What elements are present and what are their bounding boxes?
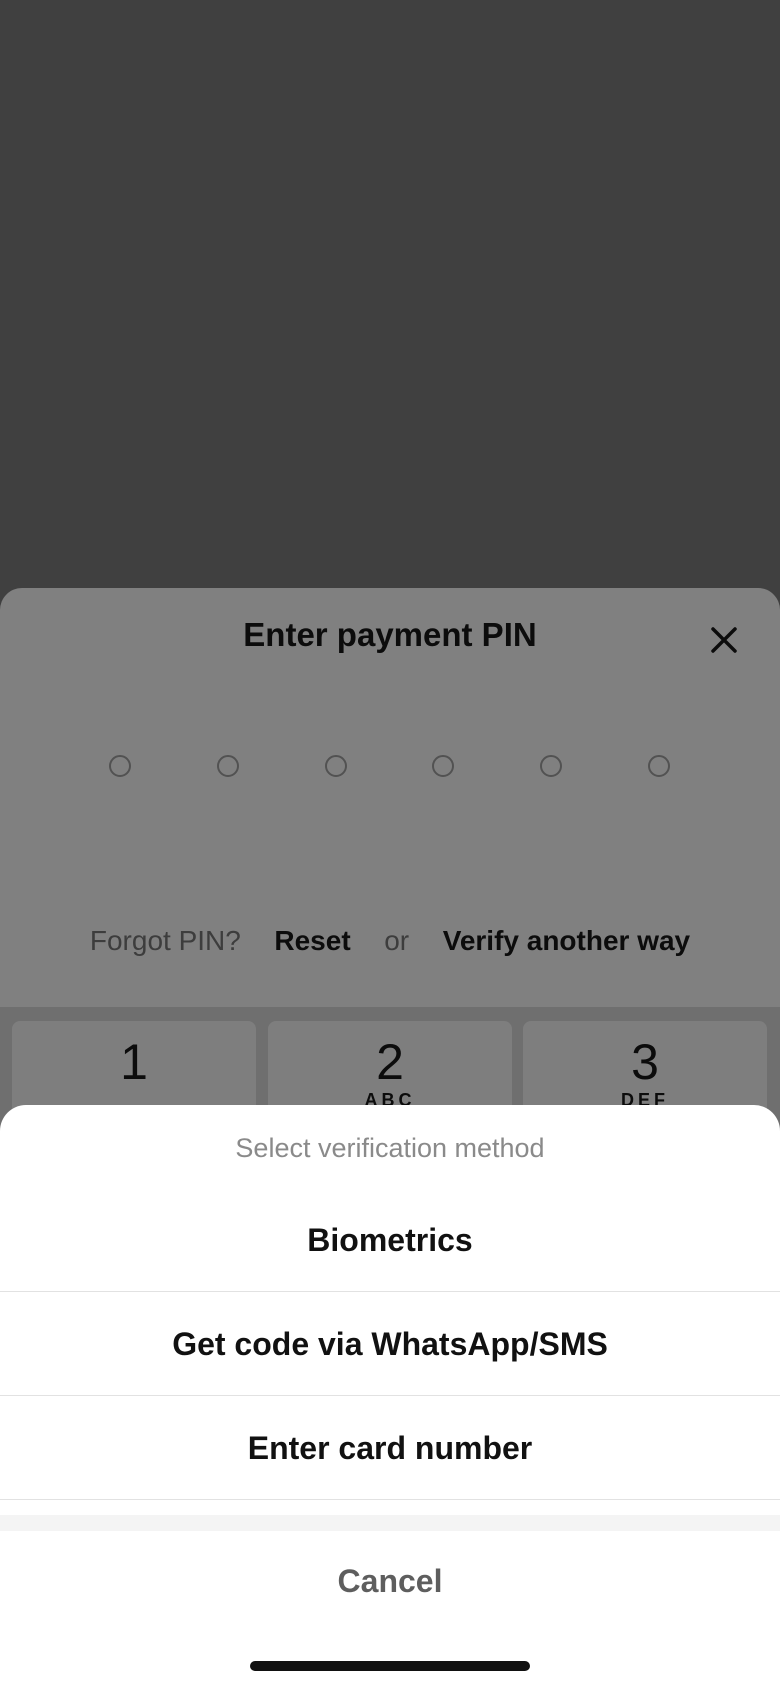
- biometrics-option[interactable]: Biometrics: [0, 1188, 780, 1292]
- forgot-pin-row: Forgot PIN? Reset or Verify another way: [0, 925, 780, 957]
- pin-dots[interactable]: [0, 755, 780, 781]
- forgot-pin-label: Forgot PIN?: [89, 925, 241, 956]
- divider: [0, 1499, 780, 1500]
- cancel-button[interactable]: Cancel: [0, 1531, 780, 1631]
- home-indicator[interactable]: [250, 1661, 530, 1671]
- card-number-option[interactable]: Enter card number: [0, 1396, 780, 1500]
- verify-another-way-link[interactable]: Verify another way: [443, 925, 690, 956]
- key-digit: 3: [631, 1034, 659, 1090]
- or-label: or: [384, 925, 410, 956]
- pin-dot: [217, 755, 239, 777]
- reset-link[interactable]: Reset: [274, 925, 350, 956]
- key-digit: 1: [120, 1034, 148, 1090]
- key-digit: 2: [376, 1034, 404, 1090]
- pin-sheet-title: Enter payment PIN: [243, 616, 537, 653]
- pin-dot: [648, 755, 670, 777]
- verification-method-sheet: Select verification method Biometrics Ge…: [0, 1105, 780, 1688]
- whatsapp-sms-option[interactable]: Get code via WhatsApp/SMS: [0, 1292, 780, 1396]
- sheet-header: Select verification method: [235, 1133, 545, 1163]
- pin-dot: [432, 755, 454, 777]
- pin-dot: [109, 755, 131, 777]
- cancel-separator: [0, 1515, 780, 1531]
- close-icon[interactable]: [704, 620, 744, 660]
- pin-dot: [325, 755, 347, 777]
- pin-dot: [540, 755, 562, 777]
